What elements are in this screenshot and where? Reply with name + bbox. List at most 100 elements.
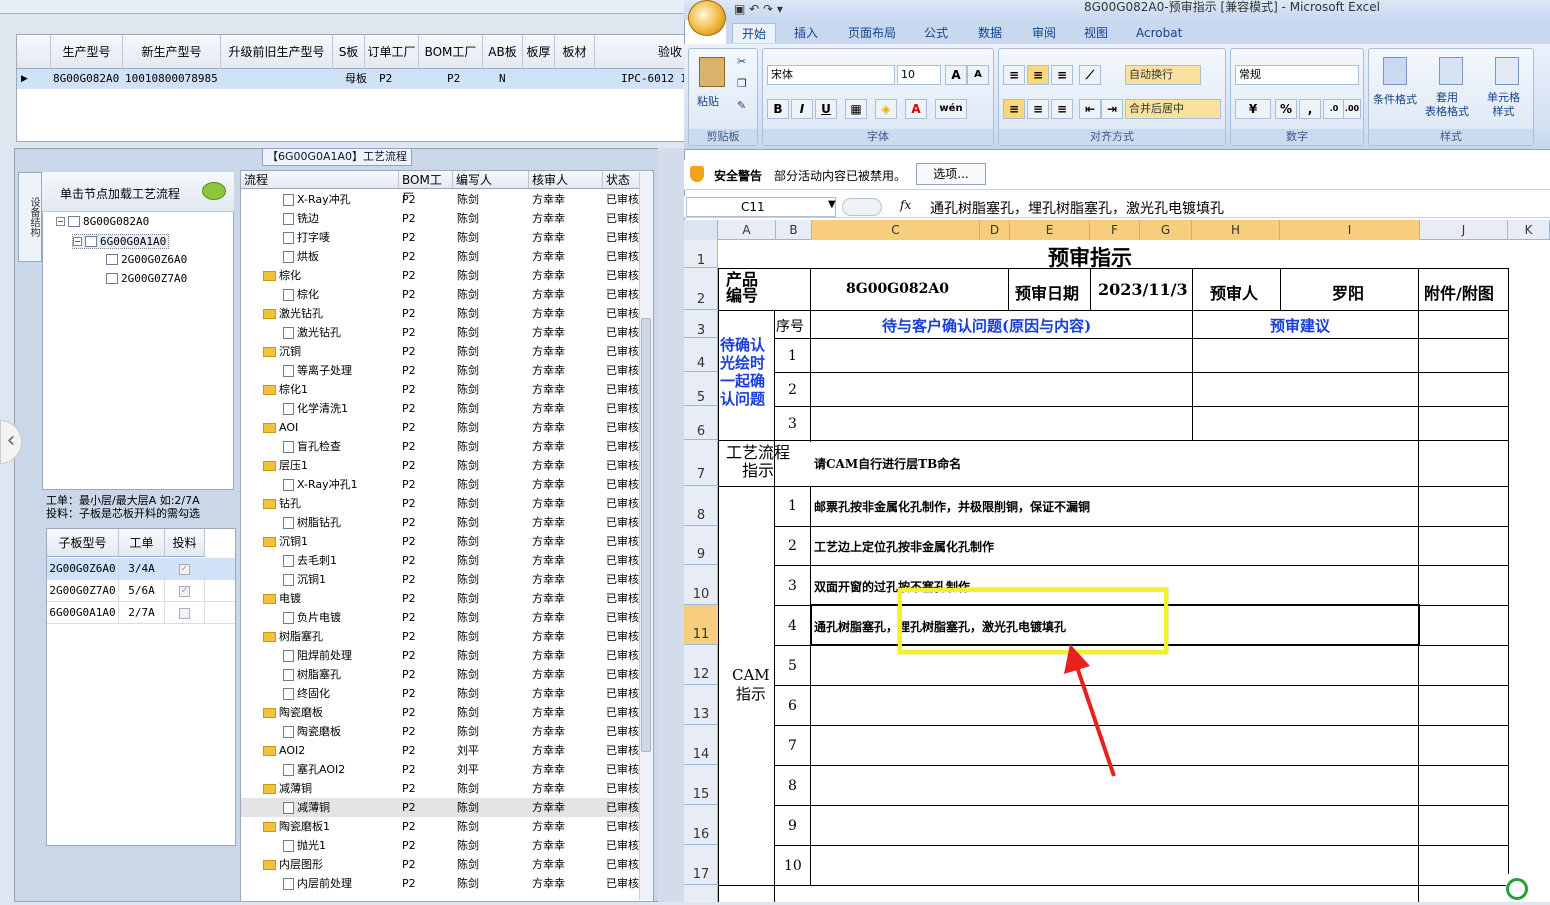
- cell[interactable]: 母板: [345, 69, 367, 89]
- checkbox[interactable]: [165, 602, 205, 624]
- fx-icon[interactable]: fx: [900, 198, 911, 212]
- flow-bom-factory[interactable]: P2: [402, 722, 416, 741]
- flow-bom-factory[interactable]: P2: [402, 266, 416, 285]
- flow-status[interactable]: 已审核: [606, 323, 639, 342]
- flow-row[interactable]: 激光钻孔 P2 陈剑 方幸幸 已审核: [241, 323, 639, 342]
- row-header[interactable]: 7: [684, 440, 718, 486]
- flow-bom-factory[interactable]: P2: [402, 874, 416, 893]
- flow-row[interactable]: 抛光1 P2 陈剑 方幸幸 已审核: [241, 836, 639, 855]
- cell-styles-button[interactable]: 单元格 样式: [1487, 91, 1520, 119]
- flow-bom-factory[interactable]: P2: [402, 855, 416, 874]
- col-header[interactable]: 编写人: [453, 171, 529, 189]
- flow-status[interactable]: 已审核: [606, 817, 639, 836]
- orientation-icon[interactable]: ⟋: [1079, 65, 1101, 85]
- select-all-corner[interactable]: [684, 220, 718, 240]
- cell[interactable]: P2: [447, 69, 460, 89]
- flow-status[interactable]: 已审核: [606, 684, 639, 703]
- flow-reviewer[interactable]: 方幸幸: [532, 361, 565, 380]
- flow-step-name[interactable]: 塞孔AOI2: [283, 760, 345, 779]
- flow-writer[interactable]: 陈剑: [457, 798, 479, 817]
- flow-status[interactable]: 已审核: [606, 209, 639, 228]
- row-header[interactable]: 12: [684, 645, 718, 685]
- flow-reviewer[interactable]: 方幸幸: [532, 399, 565, 418]
- tab-page-layout[interactable]: 页面布局: [848, 23, 896, 43]
- phonetic-icon[interactable]: wén: [935, 99, 967, 119]
- flow-writer[interactable]: 陈剑: [457, 342, 479, 361]
- flow-status[interactable]: 已审核: [606, 532, 639, 551]
- flow-status[interactable]: 已审核: [606, 722, 639, 741]
- cam-item-num[interactable]: 5: [788, 658, 797, 674]
- flow-reviewer[interactable]: 方幸幸: [532, 532, 565, 551]
- flow-status[interactable]: 已审核: [606, 570, 639, 589]
- pending-label[interactable]: 待确认 光绘时 一起确 认问题: [720, 336, 765, 408]
- flow-writer[interactable]: 陈剑: [457, 874, 479, 893]
- flow-row[interactable]: 沉铜1 P2 陈剑 方幸幸 已审核: [241, 570, 639, 589]
- flow-reviewer[interactable]: 方幸幸: [532, 779, 565, 798]
- flow-row[interactable]: 盲孔检查 P2 陈剑 方幸幸 已审核: [241, 437, 639, 456]
- flow-bom-factory[interactable]: P2: [402, 475, 416, 494]
- cell-styles-icon[interactable]: [1495, 57, 1519, 85]
- row-header[interactable]: 5: [684, 372, 718, 406]
- process-label[interactable]: 工艺流程 指示: [726, 444, 790, 480]
- flow-status[interactable]: 已审核: [606, 361, 639, 380]
- date-label[interactable]: 预审日期: [1015, 280, 1079, 304]
- flow-writer[interactable]: 陈剑: [457, 361, 479, 380]
- flow-step-name[interactable]: 树脂塞孔: [263, 627, 323, 646]
- product-value[interactable]: 8G00G082A0: [846, 281, 949, 297]
- flow-step-name[interactable]: 阻焊前处理: [283, 646, 352, 665]
- flow-status[interactable]: 已审核: [606, 190, 639, 209]
- flow-reviewer[interactable]: 方幸幸: [532, 247, 565, 266]
- quick-access-toolbar[interactable]: ▣ ↶ ↷ ▾: [734, 2, 783, 16]
- flow-row[interactable]: 内层图形 P2 陈剑 方幸幸 已审核: [241, 855, 639, 874]
- flow-writer[interactable]: 陈剑: [457, 532, 479, 551]
- col-header[interactable]: 新生产型号: [123, 35, 221, 69]
- worksheet[interactable]: 预审指示 产品 编号 8G00G082A0 预审日期 2023/11/3 预审人…: [718, 240, 1550, 902]
- panel-splitter[interactable]: [658, 148, 684, 902]
- format-as-table-button[interactable]: 套用 表格格式: [1425, 91, 1469, 119]
- shrink-font-icon[interactable]: A: [967, 65, 989, 85]
- flow-reviewer[interactable]: 方幸幸: [532, 494, 565, 513]
- suggest-header[interactable]: 预审建议: [1270, 315, 1330, 336]
- flow-reviewer[interactable]: 方幸幸: [532, 741, 565, 760]
- col-header[interactable]: S板: [333, 35, 365, 69]
- flow-bom-factory[interactable]: P2: [402, 437, 416, 456]
- align-right-icon[interactable]: ≡: [1051, 99, 1073, 119]
- flow-step-name[interactable]: 沉铜1: [263, 532, 308, 551]
- flow-step-name[interactable]: 钻孔: [263, 494, 301, 513]
- flow-row[interactable]: 化学清洗1 P2 陈剑 方幸幸 已审核: [241, 399, 639, 418]
- tab-home[interactable]: 开始: [732, 23, 776, 43]
- product-label[interactable]: 产品 编号: [726, 272, 758, 304]
- flow-status[interactable]: 已审核: [606, 513, 639, 532]
- cell[interactable]: P2: [379, 69, 392, 89]
- cell[interactable]: 8G00G082A0: [53, 69, 119, 89]
- flow-status[interactable]: 已审核: [606, 760, 639, 779]
- cell[interactable]: 6G00G0A1A0: [47, 602, 119, 624]
- flow-bom-factory[interactable]: P2: [402, 190, 416, 209]
- flow-writer[interactable]: 陈剑: [457, 266, 479, 285]
- table-row[interactable]: 6G00G0A1A0 2/7A: [47, 602, 235, 624]
- flow-row[interactable]: 负片电镀 P2 陈剑 方幸幸 已审核: [241, 608, 639, 627]
- flow-row[interactable]: 去毛刺1 P2 陈剑 方幸幸 已审核: [241, 551, 639, 570]
- flow-reviewer[interactable]: 方幸幸: [532, 589, 565, 608]
- flow-bom-factory[interactable]: P2: [402, 627, 416, 646]
- flow-step-name[interactable]: X-Ray冲孔1: [283, 475, 358, 494]
- flow-row[interactable]: 层压1 P2 陈剑 方幸幸 已审核: [241, 456, 639, 475]
- flow-reviewer[interactable]: 方幸幸: [532, 304, 565, 323]
- col-header[interactable]: 板材: [555, 35, 595, 69]
- flow-row[interactable]: 减薄铜 P2 陈剑 方幸幸 已审核: [241, 779, 639, 798]
- border-icon[interactable]: ▦: [845, 99, 867, 119]
- pending-num[interactable]: 3: [788, 416, 797, 432]
- flow-bom-factory[interactable]: P2: [402, 342, 416, 361]
- options-button[interactable]: 选项...: [916, 163, 986, 185]
- flow-status[interactable]: 已审核: [606, 399, 639, 418]
- flow-bom-factory[interactable]: P2: [402, 551, 416, 570]
- column-header[interactable]: I: [1280, 220, 1420, 240]
- decrease-decimal-icon[interactable]: .00: [1343, 99, 1361, 119]
- flow-status[interactable]: 已审核: [606, 608, 639, 627]
- flow-status[interactable]: 已审核: [606, 228, 639, 247]
- flow-writer[interactable]: 陈剑: [457, 323, 479, 342]
- cell[interactable]: 2G00G0Z7A0: [47, 580, 119, 602]
- flow-status[interactable]: 已审核: [606, 494, 639, 513]
- col-header[interactable]: AB板: [483, 35, 523, 69]
- flow-row[interactable]: 激光钻孔 P2 陈剑 方幸幸 已审核: [241, 304, 639, 323]
